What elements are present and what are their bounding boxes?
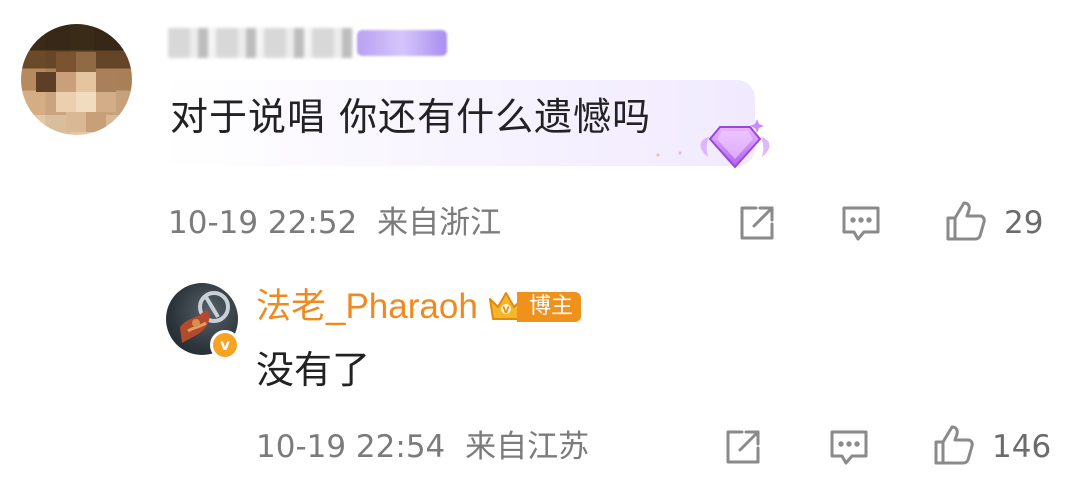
verified-badge-icon: v bbox=[210, 330, 240, 360]
commenter-badge-blurred bbox=[357, 30, 447, 56]
share-icon[interactable] bbox=[734, 200, 780, 246]
reply-like-count: 146 bbox=[992, 429, 1052, 465]
reply-text: 没有了 bbox=[256, 348, 371, 392]
commenter-avatar[interactable] bbox=[21, 24, 132, 135]
gem-decoration-icon bbox=[656, 119, 770, 169]
reply-timestamp: 10-19 22:54 bbox=[256, 429, 446, 465]
blogger-badge: 博主 bbox=[517, 292, 582, 322]
comment-timestamp: 10-19 22:52 bbox=[168, 205, 358, 241]
svg-text:V: V bbox=[503, 306, 510, 316]
comment-like-count: 29 bbox=[1004, 205, 1044, 241]
share-icon[interactable] bbox=[720, 424, 766, 470]
reply-meta: 10-19 22:54 来自江苏 bbox=[256, 427, 589, 467]
comment-icon[interactable] bbox=[826, 424, 872, 470]
comment-meta: 10-19 22:52 来自浙江 bbox=[168, 203, 501, 243]
commenter-username-blurred[interactable] bbox=[168, 28, 353, 58]
comment-icon[interactable] bbox=[838, 200, 884, 246]
reply-location: 来自江苏 bbox=[465, 429, 590, 465]
like-icon[interactable] bbox=[942, 198, 988, 244]
author-username[interactable]: 法老_Pharaoh bbox=[256, 285, 478, 329]
comment-location: 来自浙江 bbox=[377, 205, 502, 241]
comment-text: 对于说唱 你还有什么遗憾吗 bbox=[170, 95, 652, 139]
like-icon[interactable] bbox=[930, 422, 976, 468]
